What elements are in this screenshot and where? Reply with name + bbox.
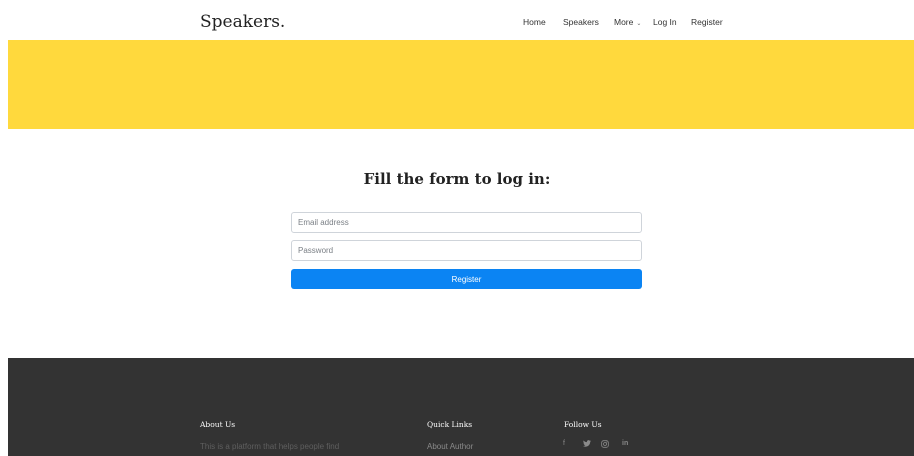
instagram-icon[interactable] xyxy=(601,440,609,450)
navbar: Speakers. Home Speakers More ⌄ Log In Reg… xyxy=(0,0,914,40)
nav-home-link[interactable]: Home xyxy=(523,17,546,27)
nav-menu: Home Speakers More ⌄ Log In Register xyxy=(0,17,914,31)
chevron-down-icon: ⌄ xyxy=(636,21,642,27)
submit-button[interactable]: Register xyxy=(291,269,642,289)
footer-about-heading: About Us xyxy=(200,420,236,429)
form-title: Fill the form to log in: xyxy=(363,170,551,188)
nav-more-label: More xyxy=(614,17,634,27)
footer-link-about-author[interactable]: About Author xyxy=(427,442,473,451)
footer-follow-heading: Follow Us xyxy=(564,420,602,429)
hero-banner xyxy=(8,40,914,129)
footer-about-text: This is a platform that helps people fin… xyxy=(200,442,340,451)
footer-quick-links-heading: Quick Links xyxy=(427,420,473,429)
email-field[interactable] xyxy=(291,212,642,233)
password-field[interactable] xyxy=(291,240,642,261)
nav-register-link[interactable]: Register xyxy=(691,17,723,27)
linkedin-icon[interactable]: in xyxy=(622,440,628,447)
twitter-icon[interactable] xyxy=(583,440,591,449)
footer: About Us This is a platform that helps p… xyxy=(8,358,914,456)
nav-speakers-link[interactable]: Speakers xyxy=(563,17,599,27)
nav-more-dropdown[interactable]: More ⌄ xyxy=(614,17,641,27)
facebook-icon[interactable]: f xyxy=(563,440,565,447)
nav-login-link[interactable]: Log In xyxy=(653,17,677,27)
